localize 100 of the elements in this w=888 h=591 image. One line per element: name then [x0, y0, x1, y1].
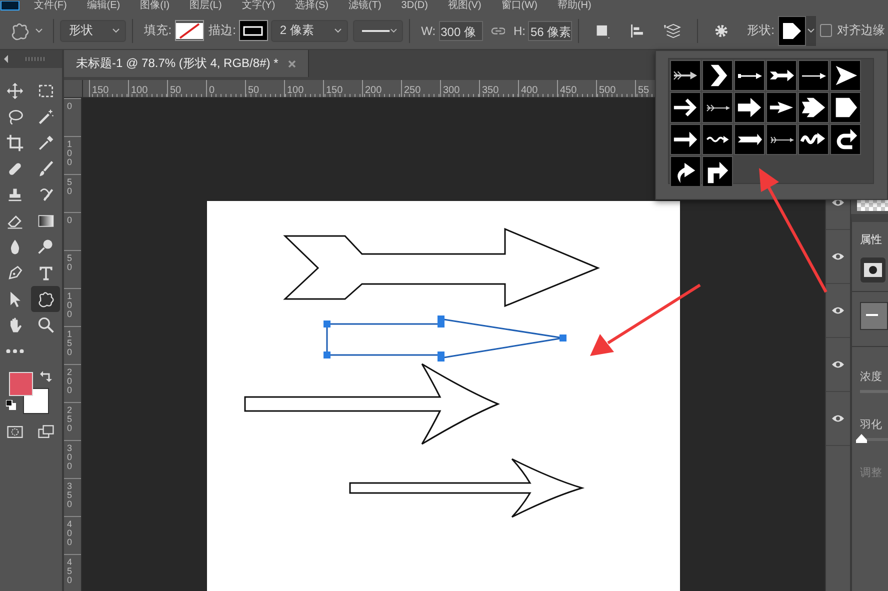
- eyedropper-icon: [36, 134, 54, 152]
- arrow-shape[interactable]: [283, 228, 600, 308]
- shape-label: 形状:: [747, 22, 774, 39]
- quick-mask-icon: [6, 423, 24, 441]
- shape-swatch[interactable]: [702, 92, 733, 123]
- shape-picker[interactable]: [778, 16, 806, 46]
- density-label: 浓度: [860, 370, 883, 384]
- ruler-label: 100: [67, 140, 72, 167]
- shape-picker-dropdown[interactable]: [806, 16, 816, 46]
- shape-swatch[interactable]: [766, 92, 797, 123]
- ruler-label: 55: [638, 85, 650, 96]
- arrow-shape[interactable]: [244, 363, 499, 445]
- stroke-width-dropdown[interactable]: 2 像素: [270, 20, 348, 42]
- shape-swatch[interactable]: [798, 124, 829, 155]
- blob-shape-icon: [36, 290, 54, 308]
- shape-swatch[interactable]: [798, 60, 829, 91]
- crop-icon: [6, 134, 24, 152]
- ruler-label: 200: [365, 85, 382, 96]
- panel-title[interactable]: 属性: [860, 232, 888, 247]
- close-icon[interactable]: [288, 60, 296, 68]
- eye-icon[interactable]: [831, 306, 846, 315]
- caret-icon: [112, 28, 120, 34]
- caret-icon: [806, 28, 815, 34]
- shape-swatch[interactable]: [830, 124, 861, 155]
- menu-item[interactable]: 滤镜(T): [348, 0, 382, 12]
- caret-icon: [390, 28, 398, 34]
- color-swatches-drawing[interactable]: [9, 372, 49, 414]
- app-logo-icon: [0, 1, 20, 11]
- ruler-label: 0: [209, 85, 215, 96]
- ruler-label: 350: [482, 85, 499, 96]
- shape-swatch[interactable]: [702, 124, 733, 155]
- ruler-label: 150: [67, 330, 72, 357]
- ruler-label: 50: [67, 178, 72, 196]
- vector-mask-icon[interactable]: [860, 302, 888, 330]
- grip-icon[interactable]: [25, 57, 47, 61]
- type-icon: [36, 264, 54, 282]
- eye-icon[interactable]: [831, 360, 846, 369]
- shape-swatch[interactable]: [670, 92, 701, 123]
- menu-item[interactable]: 图像(I): [140, 0, 170, 12]
- shape-swatch[interactable]: [670, 60, 701, 91]
- fill-swatch[interactable]: [174, 20, 204, 41]
- ruler-label: 0: [67, 216, 72, 225]
- slider-thumb[interactable]: [856, 434, 867, 443]
- screen-mode-icon: [36, 423, 54, 441]
- ruler-label: 50: [248, 85, 260, 96]
- wavy-arrow-icon: [706, 135, 730, 144]
- shape-swatch[interactable]: [670, 156, 701, 187]
- shape-swatch[interactable]: [734, 124, 765, 155]
- eye-icon[interactable]: [831, 252, 846, 261]
- ruler-label: 450: [560, 85, 577, 96]
- menu-item[interactable]: 图层(L): [190, 0, 222, 12]
- menu-item[interactable]: 帮助(H): [557, 0, 592, 12]
- ruler-label: 150: [92, 85, 109, 96]
- arrow-icon: [738, 72, 762, 78]
- default-colors-icon[interactable]: [6, 400, 16, 410]
- shape-swatch[interactable]: [734, 60, 765, 91]
- arrow-shape[interactable]: [324, 316, 566, 362]
- shape-swatch[interactable]: [734, 92, 765, 123]
- shape-swatch[interactable]: [798, 92, 829, 123]
- shape-swatch[interactable]: [830, 92, 861, 123]
- align-icon[interactable]: [629, 22, 646, 40]
- menu-item[interactable]: 选择(S): [295, 0, 328, 12]
- document-tab[interactable]: 未标题-1 @ 78.7% (形状 4, RGB/8#) *: [64, 50, 310, 77]
- align-edges-checkbox[interactable]: [820, 24, 832, 37]
- menu-item[interactable]: 视图(V): [448, 0, 482, 12]
- stroke-label: 描边:: [208, 22, 236, 39]
- eye-icon[interactable]: [831, 414, 846, 423]
- fletched-arrow-icon: [706, 104, 730, 112]
- ruler-label: 400: [67, 520, 72, 547]
- stroke-style-dropdown[interactable]: [353, 20, 404, 42]
- menu-item[interactable]: 3D(D): [401, 0, 428, 12]
- ruler-label: 500: [599, 85, 616, 96]
- mode-dropdown[interactable]: 形状: [60, 20, 126, 42]
- shape-swatch[interactable]: [670, 124, 701, 155]
- caret-icon: [35, 28, 43, 34]
- shape-swatch[interactable]: [702, 156, 733, 187]
- tool-button[interactable]: [31, 286, 60, 312]
- shape-swatch[interactable]: [766, 60, 797, 91]
- shape-swatch[interactable]: [766, 124, 797, 155]
- ruler-label: 400: [521, 85, 538, 96]
- shape-swatch[interactable]: [702, 60, 733, 91]
- swap-arrows-icon[interactable]: [40, 370, 52, 382]
- arrow-icon: [802, 72, 826, 78]
- mask-icon[interactable]: [860, 257, 886, 283]
- ruler-label: 250: [404, 85, 421, 96]
- shape-swatch[interactable]: [830, 60, 861, 91]
- ruler-label: 350: [67, 482, 72, 509]
- arrow-shape[interactable]: [349, 458, 583, 518]
- collapse-icon[interactable]: [3, 55, 9, 63]
- stroke-swatch[interactable]: [238, 20, 268, 41]
- ruler-label: 300: [67, 444, 72, 471]
- width-field[interactable]: 300 像: [438, 20, 483, 40]
- layers-stack-icon[interactable]: [664, 22, 682, 40]
- ruler-label: 100: [131, 85, 148, 96]
- feather-label: 羽化: [860, 418, 883, 432]
- height-field[interactable]: 56 像素: [528, 20, 572, 40]
- menu-item[interactable]: 编辑(E): [86, 0, 120, 12]
- link-icon[interactable]: [490, 26, 506, 36]
- pen-icon: [6, 264, 24, 282]
- gradient-icon: [36, 212, 54, 230]
